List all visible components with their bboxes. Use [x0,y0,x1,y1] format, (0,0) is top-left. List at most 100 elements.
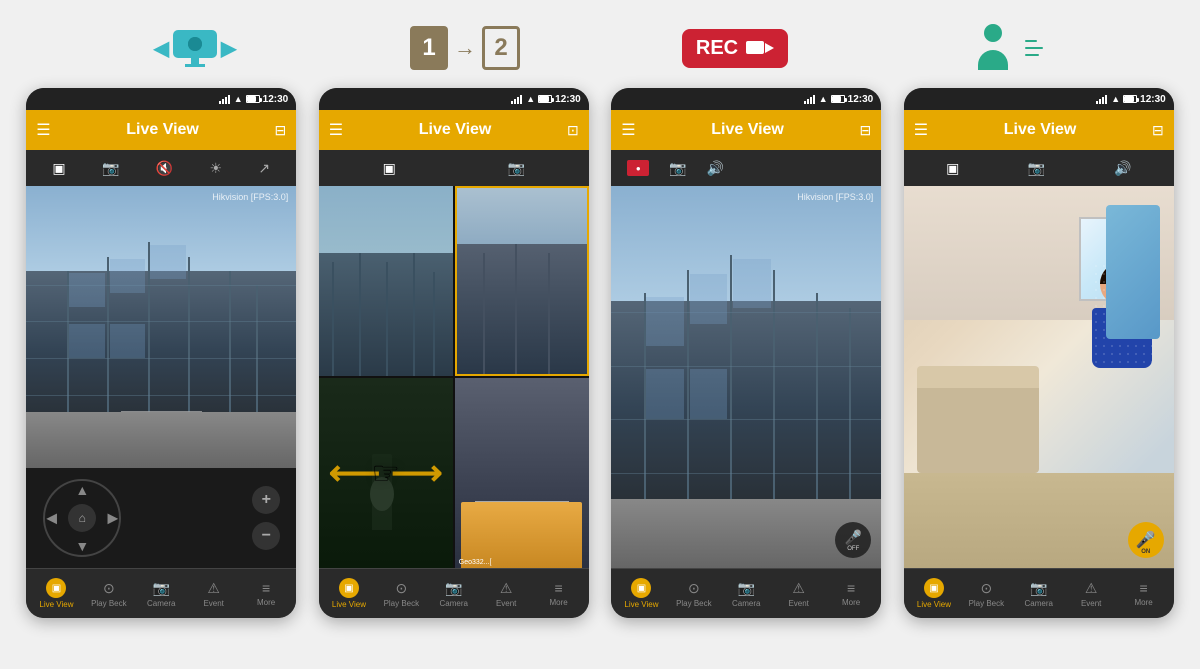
toolbar-mute-icon[interactable]: 🔇 [156,160,173,177]
phone2-toolbar-video-icon[interactable]: ▣ [383,160,396,177]
phone2-camera-label: Camera [440,599,468,608]
phone1-dpad[interactable]: ▲ ▼ ◀ ▶ ⌂ [42,478,122,558]
phone4-signal-icon [1096,94,1108,104]
phone4-playback-icon: ⊙ [980,580,992,597]
phone-3: ▲ 12:30 ☰ Live View ⊟ ● 📷 🔊 Hikvision [F… [611,88,881,618]
phone1-nav-playback[interactable]: ⊙ Play Beck [83,580,135,608]
phone3-mic-off-badge[interactable]: 🎤 OFF [835,522,871,558]
phone3-volume-icon[interactable]: 🔊 [707,160,724,177]
phone1-menu-icon[interactable]: ☰ [36,120,50,140]
phone2-menu-icon[interactable]: ☰ [329,120,343,140]
phone4-top-bar[interactable]: ☰ Live View ⊟ [904,110,1174,150]
phone4-nav-playback[interactable]: ⊙ Play Beck [960,580,1012,608]
phone4-event-icon: ⚠ [1085,580,1098,597]
phone3-grid-icon[interactable]: ⊟ [860,122,872,139]
phone-2: ▲ 12:30 ☰ Live View ⊡ ▣ 📷 [319,88,589,618]
phone4-title: Live View [1004,121,1077,139]
finger-cursor-icon: ☞ [371,454,400,492]
toolbar-camera-icon[interactable]: 📷 [102,160,119,177]
more-icon: ≡ [262,580,270,596]
phone3-nav-live[interactable]: ▣ Live View [615,578,667,609]
phone1-nav-more[interactable]: ≡ More [240,580,292,607]
phone1-title: Live View [126,121,199,139]
phone2-nav-camera[interactable]: 📷 Camera [428,580,480,608]
switch-arrow-icon: → [454,35,476,61]
phone3-battery-icon [831,95,845,103]
phone3-nav-camera[interactable]: 📷 Camera [720,580,772,608]
phone4-toolbar-video-icon[interactable]: ▣ [946,160,959,177]
phone3-top-bar[interactable]: ☰ Live View ⊟ [611,110,881,150]
phone2-nav-event[interactable]: ⚠ Event [480,580,532,608]
phone2-time: 12:30 [555,94,581,105]
phone1-time: 12:30 [263,94,289,105]
phone2-title: Live View [419,121,492,139]
phone4-live-dot: ▣ [924,578,944,598]
phone1-grid-icon[interactable]: ⊟ [275,122,287,139]
phone1-nav-live[interactable]: ▣ Live View [30,578,82,609]
phone3-camera-label: Camera [732,599,760,608]
phone3-playback-icon: ⊙ [688,580,700,597]
phone3-menu-icon[interactable]: ☰ [621,120,635,140]
sofa-back [917,366,1039,389]
phone2-top-bar[interactable]: ☰ Live View ⊡ [319,110,589,150]
rec-camera-icon [746,38,774,58]
phone1-top-bar[interactable]: ☰ Live View ⊟ [26,110,296,150]
phone2-live-label: Live View [332,600,366,609]
phone3-camera-feed: Hikvision [FPS:3.0] [611,186,881,568]
dpad-left-btn[interactable]: ◀ [46,510,57,527]
phone3-toolbar: ● 📷 🔊 [611,150,881,186]
phone3-rec-indicator[interactable]: ● [627,160,649,176]
phone4-nav-camera[interactable]: 📷 Camera [1013,580,1065,608]
toolbar-brightness-icon[interactable]: ☀ [209,160,222,177]
phone3-event-icon: ⚠ [792,580,805,597]
phone3-camera-icon[interactable]: 📷 [669,160,686,177]
phone4-toolbar-volume-icon[interactable]: 🔊 [1114,160,1131,177]
toolbar-video-icon[interactable]: ▣ [52,160,65,177]
phone4-more-icon: ≡ [1139,580,1147,596]
phone2-playback-label: Play Beck [384,599,420,608]
phone2-camera-feed: ⟵ ⟶ ☞ Geo332...[ [319,186,589,568]
mic-on-text: ON [1141,549,1150,555]
phone4-nav-more[interactable]: ≡ More [1117,580,1169,607]
phone1-bottom-nav: ▣ Live View ⊙ Play Beck 📷 Camera ⚠ Event… [26,568,296,618]
phone1-nav-event[interactable]: ⚠ Event [187,580,239,608]
phone3-nav-playback[interactable]: ⊙ Play Beck [668,580,720,608]
intercom-icon [967,22,1043,74]
dpad-down-btn[interactable]: ▼ [75,538,89,554]
phone4-toolbar-camera-icon[interactable]: 📷 [1028,160,1045,177]
zoom-in-btn[interactable]: + [252,486,280,514]
phone4-nav-event[interactable]: ⚠ Event [1065,580,1117,608]
battery-icon [246,95,260,103]
toolbar-cursor-icon[interactable]: ↗ [258,160,270,177]
dpad-up-btn[interactable]: ▲ [75,482,89,498]
dpad-right-btn[interactable]: ▶ [107,510,118,527]
phone3-nav-event[interactable]: ⚠ Event [772,580,824,608]
rec-text: REC [696,37,738,60]
phone4-time: 12:30 [1140,94,1166,105]
phone4-mic-on-badge[interactable]: 🎤 ON [1128,522,1164,558]
phone1-nav-camera[interactable]: 📷 Camera [135,580,187,608]
zoom-out-btn[interactable]: − [252,522,280,550]
phone4-room-scene [904,186,1174,568]
phone4-menu-icon[interactable]: ☰ [914,120,928,140]
phone4-grid-icon[interactable]: ⊟ [1152,122,1164,139]
rec-badge: REC [682,29,788,68]
phone2-nav-live[interactable]: ▣ Live View [323,578,375,609]
phones-row: ▲ 12:30 ☰ Live View ⊟ ▣ 📷 🔇 ☀ ↗ Hikvisio… [0,88,1200,618]
phone2-nav-playback[interactable]: ⊙ Play Beck [375,580,427,608]
phone2-grid-icon[interactable]: ⊡ [567,122,579,139]
event-label: Event [203,599,223,608]
phone1-building-scene [26,186,296,468]
phone1-feed-label: Hikvision [FPS:3.0] [212,192,288,202]
phone3-playback-label: Play Beck [676,599,712,608]
phone2-nav-more[interactable]: ≡ More [532,580,584,607]
phone4-nav-live[interactable]: ▣ Live View [908,578,960,609]
phone3-nav-more[interactable]: ≡ More [825,580,877,607]
phone2-toolbar-camera-icon[interactable]: 📷 [507,160,524,177]
playback-label: Play Beck [91,599,127,608]
home-icon: ⌂ [79,511,86,525]
sofa-furniture [917,377,1039,473]
person-silhouette-icon [967,22,1019,74]
camera-label: Camera [147,599,175,608]
phone3-bottom-nav: ▣ Live View ⊙ Play Beck 📷 Camera ⚠ Event… [611,568,881,618]
